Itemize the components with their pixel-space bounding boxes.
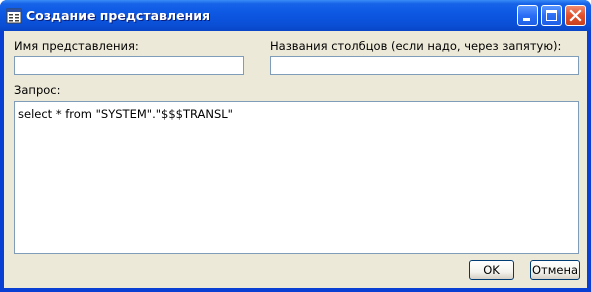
maximize-button[interactable] xyxy=(541,5,562,26)
ok-button[interactable]: OK xyxy=(469,260,514,280)
dialog-body: Имя представления: Названия столбцов (ес… xyxy=(4,31,587,288)
close-button[interactable] xyxy=(565,5,586,26)
column-names-input[interactable] xyxy=(270,56,579,75)
column-names-label: Названия столбцов (если надо, через запя… xyxy=(270,39,562,53)
maximize-icon xyxy=(546,10,557,21)
dialog-window: Создание представления Имя представления… xyxy=(0,0,591,292)
minimize-button[interactable] xyxy=(517,5,538,26)
app-window-icon xyxy=(6,8,22,24)
close-icon xyxy=(569,9,582,22)
query-textarea[interactable]: select * from "SYSTEM"."$$$TRANSL" xyxy=(14,101,579,254)
minimize-icon xyxy=(523,18,530,21)
query-label: Запрос: xyxy=(14,83,61,97)
title-bar[interactable]: Создание представления xyxy=(0,0,591,31)
window-title: Создание представления xyxy=(26,8,210,23)
view-name-label: Имя представления: xyxy=(14,39,139,53)
cancel-button[interactable]: Отмена xyxy=(530,260,580,280)
view-name-input[interactable] xyxy=(14,56,244,75)
